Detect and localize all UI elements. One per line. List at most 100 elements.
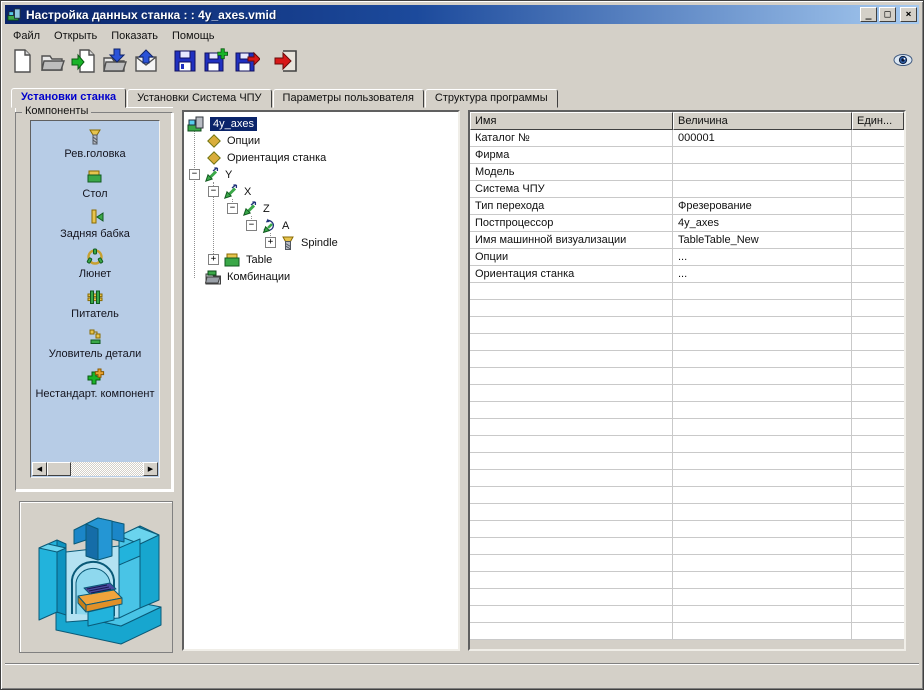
property-value-cell[interactable] xyxy=(673,147,852,163)
table-row-empty[interactable] xyxy=(470,283,904,300)
property-value-cell[interactable]: 4y_axes xyxy=(673,215,852,231)
close-button[interactable]: × xyxy=(900,7,917,22)
scroll-right-arrow-icon[interactable]: ▶ xyxy=(143,462,158,476)
table-row[interactable]: Каталог № 000001 xyxy=(470,130,904,147)
app-icon xyxy=(7,8,21,21)
components-horizontal-scrollbar[interactable]: ◀ ▶ xyxy=(32,462,158,476)
tree-item-axis-a[interactable]: − A xyxy=(184,217,458,234)
machine-tree-panel[interactable]: 4y_axes Опции Ориентация станка − Y − X … xyxy=(182,110,460,651)
table-row-empty[interactable] xyxy=(470,504,904,521)
component-part-catcher[interactable]: Уловитель детали xyxy=(31,325,159,365)
table-row[interactable]: Опции ... xyxy=(470,249,904,266)
tree-item-axis-x[interactable]: − X xyxy=(184,183,458,200)
empty-cell xyxy=(852,470,904,486)
save-export-button[interactable] xyxy=(233,47,261,75)
menu-help[interactable]: Помощь xyxy=(166,28,223,44)
tree-item-4y-axes[interactable]: 4y_axes xyxy=(184,115,458,132)
menu-open[interactable]: Открыть xyxy=(48,28,105,44)
component-custom[interactable]: Нестандарт. компонент xyxy=(31,365,159,405)
machine-data-setup-window: Настройка данных станка : : 4y_axes.vmid… xyxy=(0,0,924,690)
table-row-empty[interactable] xyxy=(470,623,904,640)
table-row-empty[interactable] xyxy=(470,487,904,504)
collapse-expander-icon[interactable]: − xyxy=(227,203,238,214)
save-button[interactable] xyxy=(171,47,199,75)
components-list[interactable]: Рев.головка Стол Задняя бабка Люнет Пита… xyxy=(30,120,160,478)
component-tailstock[interactable]: Задняя бабка xyxy=(31,205,159,245)
property-value-cell[interactable] xyxy=(673,164,852,180)
table-row-empty[interactable] xyxy=(470,606,904,623)
table-row-empty[interactable] xyxy=(470,300,904,317)
save-new-button[interactable] xyxy=(202,47,230,75)
view-toggle-button[interactable] xyxy=(891,50,915,70)
scrollbar-thumb[interactable] xyxy=(47,462,71,476)
property-value-cell[interactable]: TableTable_New xyxy=(673,232,852,248)
new-document-button[interactable] xyxy=(8,47,36,75)
table-row-empty[interactable] xyxy=(470,521,904,538)
tab-user-parameters[interactable]: Параметры пользователя xyxy=(272,89,424,108)
table-row[interactable]: Постпроцессор 4y_axes xyxy=(470,215,904,232)
table-row-empty[interactable] xyxy=(470,470,904,487)
tree-item-table[interactable]: + Table xyxy=(184,251,458,268)
minimize-button[interactable]: _ xyxy=(860,7,877,22)
exit-button[interactable] xyxy=(272,47,300,75)
tab-bar: Установки станка Установки Система ЧПУ П… xyxy=(11,88,559,108)
expand-expander-icon[interactable]: + xyxy=(208,254,219,265)
import-document-button[interactable] xyxy=(70,47,98,75)
table-row-empty[interactable] xyxy=(470,317,904,334)
property-value-cell[interactable]: 000001 xyxy=(673,130,852,146)
component-table[interactable]: Стол xyxy=(31,165,159,205)
column-header-unit[interactable]: Един... xyxy=(852,112,904,130)
table-row-empty[interactable] xyxy=(470,334,904,351)
table-row-empty[interactable] xyxy=(470,419,904,436)
tree-item-axis-y[interactable]: − Y xyxy=(184,166,458,183)
property-value-cell[interactable]: ... xyxy=(673,266,852,282)
send-mail-button[interactable] xyxy=(132,47,160,75)
component-feeder[interactable]: Питатель xyxy=(31,285,159,325)
open-folder-button[interactable] xyxy=(39,47,67,75)
tree-item-combinations[interactable]: Комбинации xyxy=(184,268,458,285)
tree-item-machine-orientation[interactable]: Ориентация станка xyxy=(184,149,458,166)
table-row[interactable]: Ориентация станка ... xyxy=(470,266,904,283)
tree-item-axis-z[interactable]: − Z xyxy=(184,200,458,217)
collapse-expander-icon[interactable]: − xyxy=(246,220,257,231)
table-row[interactable]: Имя машинной визуализации TableTable_New xyxy=(470,232,904,249)
load-into-folder-button[interactable] xyxy=(101,47,129,75)
component-label: Питатель xyxy=(71,308,119,320)
table-row-empty[interactable] xyxy=(470,453,904,470)
collapse-expander-icon[interactable]: − xyxy=(189,169,200,180)
table-row-empty[interactable] xyxy=(470,555,904,572)
scrollbar-track[interactable] xyxy=(47,462,143,476)
table-row-empty[interactable] xyxy=(470,538,904,555)
table-row-empty[interactable] xyxy=(470,436,904,453)
table-row-empty[interactable] xyxy=(470,589,904,606)
component-steady-rest[interactable]: Люнет xyxy=(31,245,159,285)
property-value-cell[interactable]: Фрезерование xyxy=(673,198,852,214)
titlebar[interactable]: Настройка данных станка : : 4y_axes.vmid… xyxy=(5,5,919,24)
table-row[interactable]: Модель xyxy=(470,164,904,181)
tree-item-options[interactable]: Опции xyxy=(184,132,458,149)
tab-cnc-system-settings[interactable]: Установки Система ЧПУ xyxy=(127,89,272,108)
menu-file[interactable]: Файл xyxy=(7,28,48,44)
expand-expander-icon[interactable]: + xyxy=(265,237,276,248)
maximize-button[interactable]: □ xyxy=(879,7,896,22)
tree-item-spindle[interactable]: + Spindle xyxy=(184,234,458,251)
table-row-empty[interactable] xyxy=(470,385,904,402)
collapse-expander-icon[interactable]: − xyxy=(208,186,219,197)
component-turret-head[interactable]: Рев.головка xyxy=(31,121,159,165)
table-row-empty[interactable] xyxy=(470,572,904,589)
table-row[interactable]: Тип перехода Фрезерование xyxy=(470,198,904,215)
tree-item-label: Опции xyxy=(227,134,261,147)
table-row-empty[interactable] xyxy=(470,368,904,385)
table-row[interactable]: Фирма xyxy=(470,147,904,164)
property-value-cell[interactable]: ... xyxy=(673,249,852,265)
table-row-empty[interactable] xyxy=(470,351,904,368)
scroll-left-arrow-icon[interactable]: ◀ xyxy=(32,462,47,476)
tab-program-structure[interactable]: Структура программы xyxy=(424,89,558,108)
menu-show[interactable]: Показать xyxy=(105,28,166,44)
empty-cell xyxy=(673,521,852,537)
property-value-cell[interactable] xyxy=(673,181,852,197)
column-header-name[interactable]: Имя xyxy=(470,112,673,130)
column-header-value[interactable]: Величина xyxy=(673,112,852,130)
table-row-empty[interactable] xyxy=(470,402,904,419)
table-row[interactable]: Система ЧПУ xyxy=(470,181,904,198)
